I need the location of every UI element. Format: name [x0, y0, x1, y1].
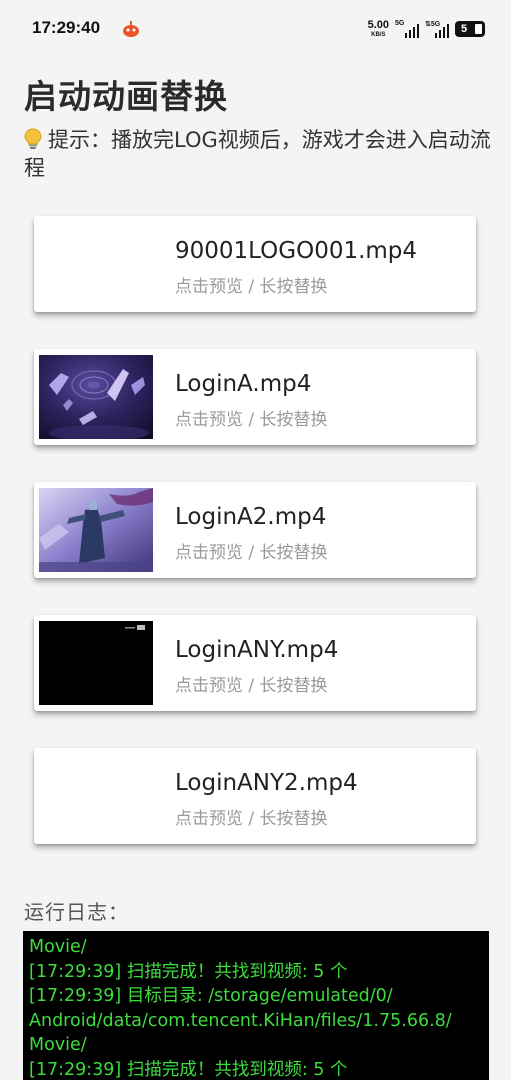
- signal-type-label: 5G: [395, 20, 405, 27]
- page-title: 启动动画替换: [24, 77, 228, 116]
- status-time: 17:29:40: [32, 18, 101, 37]
- video-filename: LoginANY2.mp4: [175, 770, 358, 796]
- video-list: 90001LOGO001.mp4 点击预览 / 长按替换 LoginA.mp4 …: [34, 216, 476, 881]
- net-speed-indicator: 5.00 KB/S: [367, 19, 389, 39]
- video-thumbnail-blank: [39, 754, 153, 838]
- video-card[interactable]: LoginANY2.mp4 点击预览 / 长按替换: [34, 748, 476, 844]
- video-card[interactable]: LoginA2.mp4 点击预览 / 长按替换: [34, 482, 476, 578]
- video-thumbnail-crystals: [39, 355, 153, 439]
- log-label: 运行日志：: [24, 900, 129, 924]
- video-action-hint: 点击预览 / 长按替换: [175, 277, 328, 297]
- net-speed-unit: KB/S: [371, 32, 386, 38]
- video-card[interactable]: 90001LOGO001.mp4 点击预览 / 长按替换: [34, 216, 476, 312]
- video-filename: LoginA2.mp4: [175, 504, 327, 530]
- video-thumbnail-blank: [39, 222, 153, 306]
- log-line: Movie/: [29, 1035, 87, 1055]
- hint-text-block: 提示：播放完LOG视频后，游戏才会进入启动流程: [24, 126, 494, 182]
- video-thumbnail-figure: [39, 488, 153, 572]
- status-icons: 5.00 KB/S 5G ⇅5G 5: [368, 18, 485, 40]
- battery-level: 5: [461, 23, 468, 35]
- log-line: [17:29:39] 扫描完成！共找到视频: 5 个: [29, 961, 348, 982]
- video-card[interactable]: LoginA.mp4 点击预览 / 长按替换: [34, 349, 476, 445]
- video-filename: LoginA.mp4: [175, 371, 312, 397]
- log-line: Android/data/com.tencent.KiHan/files/1.7…: [29, 1010, 452, 1031]
- video-action-hint: 点击预览 / 长按替换: [175, 410, 328, 430]
- video-filename: LoginANY.mp4: [175, 637, 339, 663]
- log-line: Movie/: [29, 937, 87, 957]
- video-action-hint: 点击预览 / 长按替换: [175, 676, 328, 696]
- log-line: [17:29:39] 扫描完成！共找到视频: 5 个: [29, 1059, 348, 1080]
- video-action-hint: 点击预览 / 长按替换: [175, 809, 328, 829]
- signal-icon: ⇅5G: [425, 20, 449, 38]
- lightbulb-icon: [24, 126, 44, 154]
- net-speed-value: 5.00: [367, 19, 389, 31]
- app-notification-icon: [122, 20, 140, 38]
- video-action-hint: 点击预览 / 长按替换: [175, 543, 328, 563]
- battery-icon: 5: [455, 21, 485, 37]
- log-console[interactable]: Movie/ [17:29:39] 扫描完成！共找到视频: 5 个 [17:29…: [23, 931, 489, 1080]
- hint-text: 提示：播放完LOG视频后，游戏才会进入启动流程: [24, 128, 491, 180]
- video-filename: 90001LOGO001.mp4: [175, 238, 418, 264]
- signal-icon: 5G: [395, 20, 419, 38]
- video-card[interactable]: LoginANY.mp4 点击预览 / 长按替换: [34, 615, 476, 711]
- video-thumbnail-black: [39, 621, 153, 705]
- status-bar: 17:29:40 5.00 KB/S 5G ⇅5G 5: [0, 0, 511, 60]
- log-line: [17:29:39] 目标目录: /storage/emulated/0/: [29, 986, 393, 1006]
